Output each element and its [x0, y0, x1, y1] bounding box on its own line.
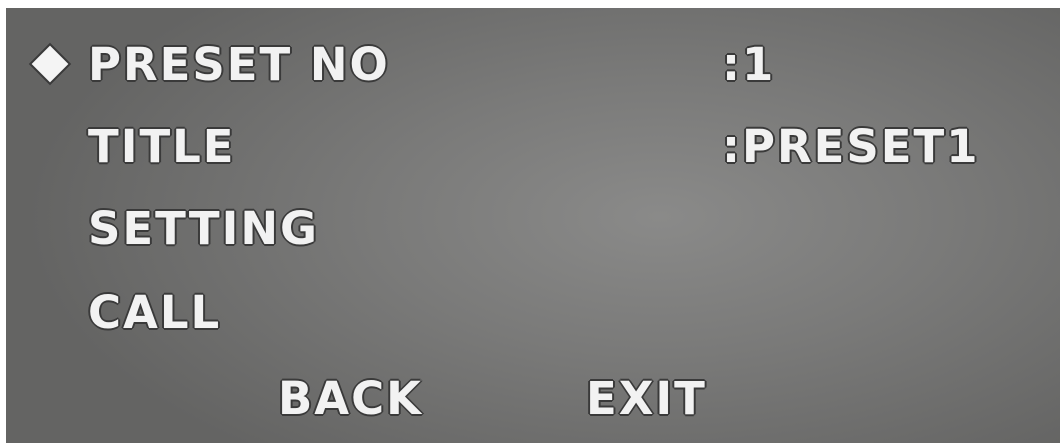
menu-item-title[interactable]: TITLE	[88, 124, 236, 169]
exit-button[interactable]: EXIT	[586, 376, 707, 421]
menu-item-call[interactable]: CALL	[88, 290, 221, 335]
preset-no-value: :1	[722, 38, 776, 91]
back-button[interactable]: BACK	[278, 376, 423, 421]
menu-item-setting[interactable]: SETTING	[88, 206, 319, 251]
menu-item-preset-no[interactable]: PRESET NO	[88, 42, 390, 87]
diamond-cursor-icon	[31, 45, 69, 83]
title-value: :PRESET1	[722, 120, 980, 173]
selection-cursor	[28, 42, 72, 86]
osd-preset-menu: PRESET NO :1 TITLE :PRESET1 SETTING CALL…	[6, 8, 1060, 443]
